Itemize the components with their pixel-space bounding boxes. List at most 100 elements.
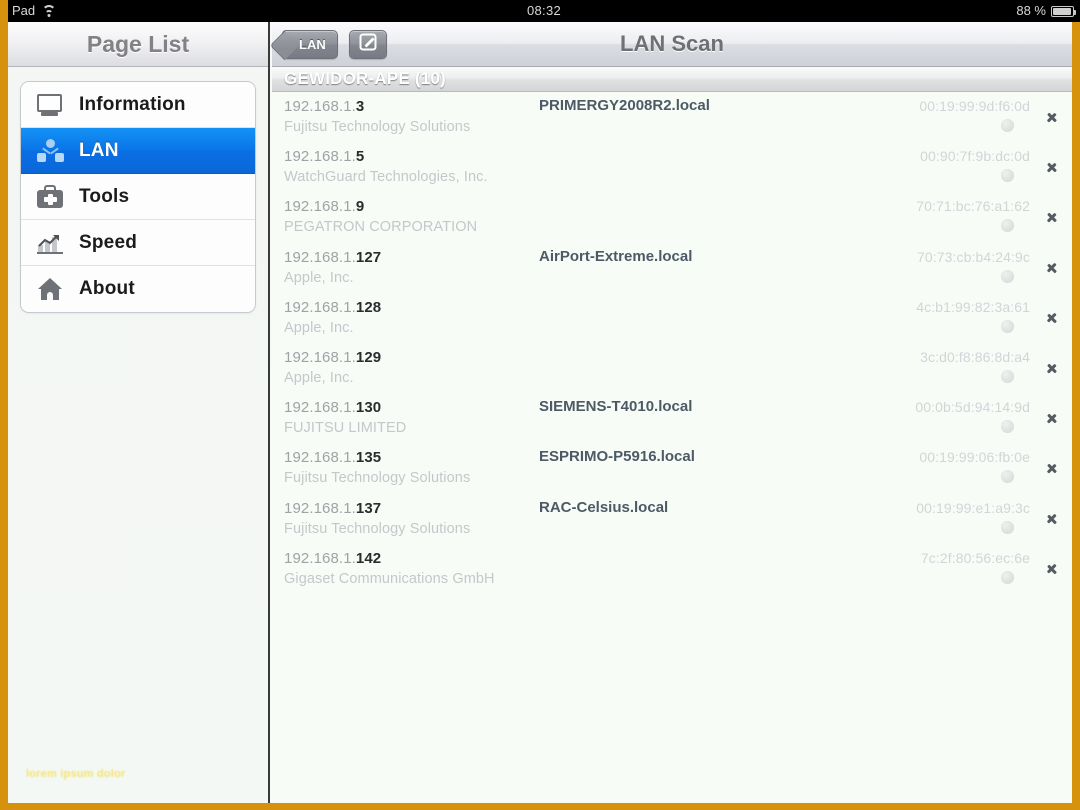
device-status-led xyxy=(1001,470,1014,484)
device-status-led xyxy=(1001,520,1014,534)
device-hostname: ESPRIMO-P5916.local xyxy=(539,448,695,466)
device-ip: 192.168.1.142 xyxy=(284,549,382,567)
device-mac-address: 00:19:99:e1:a9:3c xyxy=(916,499,1030,516)
status-bar-time: 08:32 xyxy=(526,3,562,18)
device-ip: 192.168.1.135 xyxy=(284,449,382,467)
device-mac-address: 00:0b:5d:94:14:9d xyxy=(915,399,1030,416)
compose-icon xyxy=(358,32,378,57)
bar-chart-icon xyxy=(35,229,65,257)
chevron-right-icon[interactable] xyxy=(1047,108,1058,126)
sidebar-item-speed[interactable]: Speed xyxy=(21,220,255,266)
battery-icon xyxy=(1051,5,1076,17)
chevron-right-icon[interactable] xyxy=(1047,208,1058,226)
device-hostname: PRIMERGY2008R2.local xyxy=(539,97,710,114)
device-vendor: Fujitsu Technology Solutions xyxy=(284,119,471,135)
device-status-led xyxy=(1001,119,1014,132)
content-pane: LAN LAN Scan GEWIDOR-APE (10) 192.168.1.… xyxy=(272,22,1072,803)
monitor-icon xyxy=(35,91,65,119)
device-row[interactable]: 192.168.1.3 Fujitsu Technology Solutions P… xyxy=(272,92,1072,142)
device-mac-address: 70:71:bc:76:a1:62 xyxy=(916,198,1030,215)
device-status-led xyxy=(1001,570,1014,584)
device-list: 192.168.1.3 Fujitsu Technology Solutions P… xyxy=(272,92,1072,594)
device-hostname: RAC-Celsius.local xyxy=(539,498,669,516)
device-vendor: PEGATRON CORPORATION xyxy=(284,219,478,236)
sidebar-menu: Information LAN Tools Speed About xyxy=(20,81,256,313)
device-ip: 192.168.1.3 xyxy=(284,98,365,115)
sidebar-item-lan[interactable]: LAN xyxy=(21,128,255,174)
device-ip: 192.168.1.129 xyxy=(284,348,382,366)
section-header: GEWIDOR-APE (10) xyxy=(272,67,1072,92)
nav-title: LAN Scan xyxy=(620,31,724,56)
device-row[interactable]: 192.168.1.128 Apple, Inc. 4c:b1:99:82:3a:6… xyxy=(272,293,1072,343)
device-status-led xyxy=(1001,269,1014,283)
device-status-led xyxy=(1001,219,1014,233)
device-vendor: WatchGuard Technologies, Inc. xyxy=(284,169,488,186)
device-mac-address: 3c:d0:f8:86:8d:a4 xyxy=(920,348,1030,365)
sidebar: Page List Information LAN Tools Speed Ab… xyxy=(8,22,270,803)
device-vendor: Gigaset Communications GmbH xyxy=(284,570,495,587)
device-ip: 192.168.1.5 xyxy=(284,148,365,166)
device-mac-address: 4c:b1:99:82:3a:61 xyxy=(916,298,1030,315)
device-vendor: Apple, Inc. xyxy=(284,269,354,286)
sidebar-item-tools[interactable]: Tools xyxy=(21,174,255,220)
status-bar: Pad 08:32 88 % xyxy=(8,0,1080,22)
device-status-led xyxy=(1001,369,1014,383)
device-mac-address: 00:19:99:06:fb:0e xyxy=(919,449,1030,466)
device-row[interactable]: 192.168.1.9 PEGATRON CORPORATION 70:71:bc:… xyxy=(272,192,1072,242)
home-icon xyxy=(35,275,65,303)
sidebar-item-information[interactable]: Information xyxy=(21,82,255,128)
device-ip: 192.168.1.127 xyxy=(284,248,382,266)
back-button-label: LAN xyxy=(299,36,326,52)
chevron-right-icon[interactable] xyxy=(1047,409,1058,427)
navigation-bar: LAN LAN Scan xyxy=(272,22,1072,67)
device-hostname: AirPort-Extreme.local xyxy=(539,247,693,265)
watermark-text: lorem ipsum dolor xyxy=(26,768,126,780)
sidebar-header: Page List xyxy=(8,22,268,67)
device-vendor: Fujitsu Technology Solutions xyxy=(284,470,471,487)
section-header-label: GEWIDOR-APE (10) xyxy=(284,69,446,88)
device-row[interactable]: 192.168.1.142 Gigaset Communications GmbH… xyxy=(272,544,1072,594)
device-status-led xyxy=(1001,420,1014,434)
sidebar-item-about[interactable]: About xyxy=(21,266,255,312)
device-status-led xyxy=(1001,169,1014,183)
chevron-right-icon[interactable] xyxy=(1047,259,1058,277)
network-icon xyxy=(35,137,65,165)
device-row[interactable]: 192.168.1.135 Fujitsu Technology Solution… xyxy=(272,443,1072,493)
device-mac-address: 00:90:7f:9b:dc:0d xyxy=(920,148,1030,165)
device-row[interactable]: 192.168.1.137 Fujitsu Technology Solution… xyxy=(272,494,1072,544)
back-button[interactable]: LAN xyxy=(282,29,338,59)
device-status-led xyxy=(1001,319,1014,333)
sidebar-item-label: LAN xyxy=(79,139,119,161)
toolkit-icon xyxy=(35,183,65,211)
chevron-right-icon[interactable] xyxy=(1047,359,1058,377)
device-row[interactable]: 192.168.1.130 FUJITSU LIMITED SIEMENS-T401… xyxy=(272,393,1072,443)
device-ip: 192.168.1.9 xyxy=(284,198,365,216)
device-row[interactable]: 192.168.1.5 WatchGuard Technologies, Inc.… xyxy=(272,142,1072,192)
compose-button[interactable] xyxy=(348,29,387,59)
device-ip: 192.168.1.130 xyxy=(284,399,382,417)
chevron-right-icon[interactable] xyxy=(1047,158,1058,176)
sidebar-item-label: Information xyxy=(79,93,186,115)
device-vendor: Apple, Inc. xyxy=(284,319,354,336)
sidebar-item-label: Tools xyxy=(79,185,130,207)
device-vendor: Fujitsu Technology Solutions xyxy=(284,520,471,537)
device-ip: 192.168.1.128 xyxy=(284,298,382,316)
device-mac-address: 00:19:99:9d:f6:0d xyxy=(919,98,1030,114)
battery-percent-label: 88 % xyxy=(1016,3,1046,18)
chevron-right-icon[interactable] xyxy=(1047,309,1058,327)
status-bar-right: 88 % xyxy=(1016,0,1076,22)
device-frame: Pad 08:32 88 % Page List Information LAN… xyxy=(0,0,1080,810)
device-hostname: SIEMENS-T4010.local xyxy=(539,398,693,416)
chevron-right-icon[interactable] xyxy=(1047,459,1058,477)
chevron-right-icon[interactable] xyxy=(1047,560,1058,578)
device-row[interactable]: 192.168.1.129 Apple, Inc. 3c:d0:f8:86:8d:a… xyxy=(272,343,1072,393)
sidebar-item-label: About xyxy=(79,278,135,299)
device-vendor: Apple, Inc. xyxy=(284,369,354,386)
app-window: Page List Information LAN Tools Speed Ab… xyxy=(8,22,1072,803)
device-mac-address: 70:73:cb:b4:24:9c xyxy=(916,248,1030,265)
chevron-right-icon[interactable] xyxy=(1047,510,1058,528)
device-row[interactable]: 192.168.1.127 Apple, Inc. AirPort-Extreme.… xyxy=(272,243,1072,293)
device-vendor: FUJITSU LIMITED xyxy=(284,420,407,437)
sidebar-item-label: Speed xyxy=(79,231,138,253)
device-mac-address: 7c:2f:80:56:ec:6e xyxy=(920,549,1030,566)
